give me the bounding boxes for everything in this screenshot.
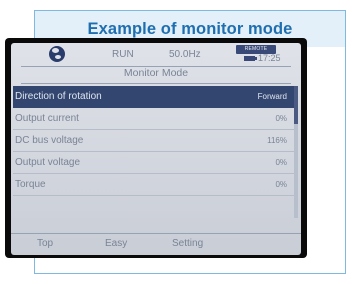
scrollbar-thumb[interactable]: [294, 86, 298, 124]
item-value: 0%: [275, 114, 287, 123]
clock-row: 17:25: [244, 54, 281, 63]
softkey-top[interactable]: Top: [37, 238, 53, 249]
softkey-bar: Top Easy Setting: [11, 233, 301, 255]
item-label: DC bus voltage: [15, 135, 84, 146]
item-label: Output current: [15, 113, 79, 124]
item-value: Forward: [257, 92, 287, 101]
list-scrollbar[interactable]: [294, 86, 298, 218]
globe-icon: [49, 46, 65, 62]
list-item[interactable]: DC bus voltage 116%: [13, 130, 295, 152]
item-label: Torque: [15, 179, 46, 190]
list-item[interactable]: Output voltage 0%: [13, 152, 295, 174]
item-value: 0%: [275, 158, 287, 167]
lcd-screen: RUN 50.0Hz REMOTE 17:25 Monitor Mode Dir…: [11, 43, 301, 255]
screen-title: Monitor Mode: [123, 67, 189, 79]
run-state: RUN: [112, 49, 134, 60]
item-value: 116%: [267, 136, 287, 145]
item-label: Direction of rotation: [15, 91, 102, 102]
softkey-easy[interactable]: Easy: [105, 238, 127, 249]
monitor-list: Direction of rotation Forward Output cur…: [11, 86, 301, 196]
list-item[interactable]: Output current 0%: [13, 108, 295, 130]
item-label: Output voltage: [15, 157, 81, 168]
frequency-readout: 50.0Hz: [169, 49, 201, 60]
item-value: 0%: [275, 180, 287, 189]
list-item[interactable]: Torque 0%: [13, 174, 295, 196]
clock-time: 17:25: [258, 53, 281, 63]
title-divider: [21, 83, 291, 84]
battery-icon: [244, 56, 257, 61]
softkey-setting[interactable]: Setting: [172, 238, 203, 249]
status-bar: RUN 50.0Hz REMOTE 17:25: [11, 43, 301, 65]
list-item[interactable]: Direction of rotation Forward: [13, 86, 295, 108]
